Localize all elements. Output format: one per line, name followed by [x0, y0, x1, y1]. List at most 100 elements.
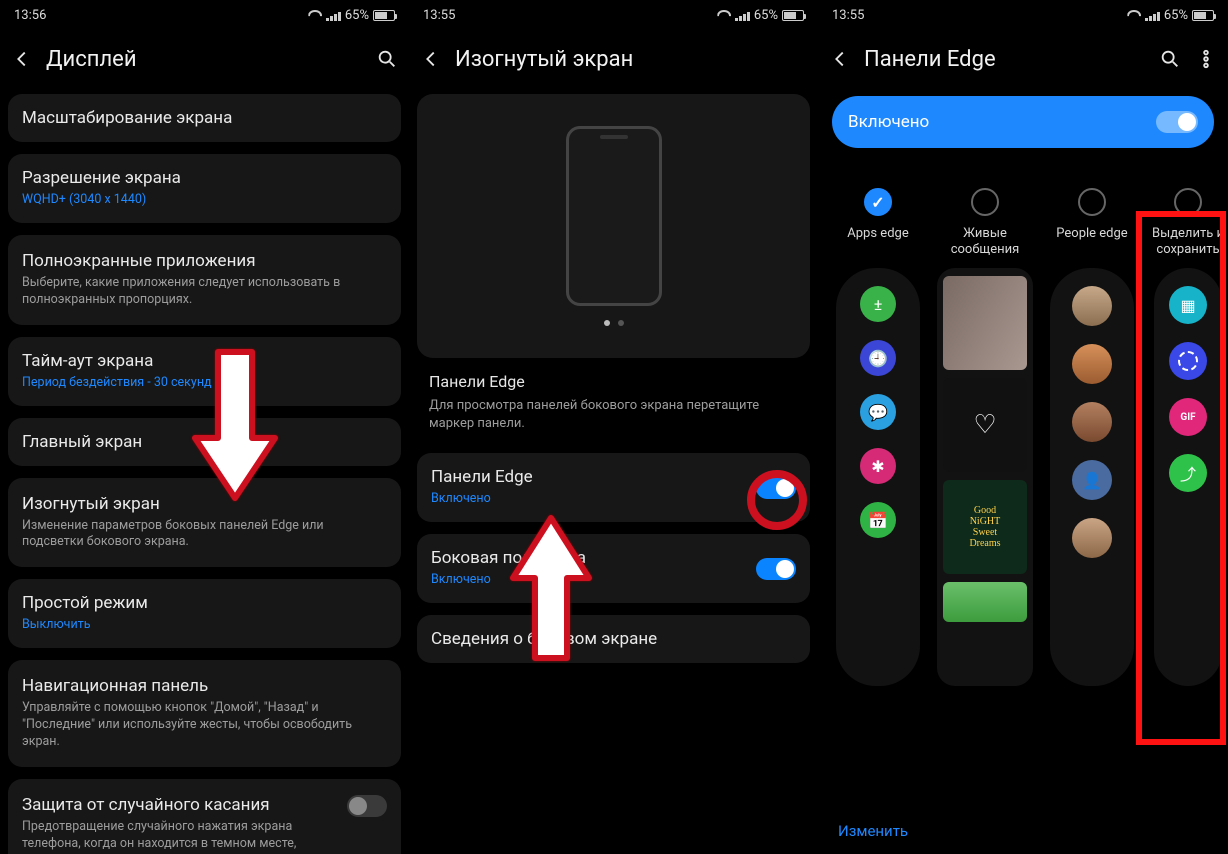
- thumb-icon: [943, 276, 1027, 370]
- info-block: Панели Edge Для просмотра панелей боково…: [409, 370, 818, 447]
- panel-label: Живые сообщения: [934, 226, 1036, 258]
- dot-active: [604, 320, 610, 326]
- checkbox-apps-edge[interactable]: [864, 188, 892, 216]
- status-icons: 65%: [308, 8, 395, 23]
- item-zoom[interactable]: Масштабирование экрана: [8, 94, 401, 142]
- item-resolution[interactable]: Разрешение экрана WQHD+ (3040 x 1440): [8, 154, 401, 223]
- more-icon[interactable]: [1194, 47, 1218, 71]
- toggle-edge-panels[interactable]: [756, 477, 796, 499]
- back-icon[interactable]: [10, 47, 34, 71]
- back-icon[interactable]: [419, 47, 443, 71]
- panel-smart-select[interactable]: Выделить и сохранить ▦ GIF ⤴: [1148, 188, 1228, 686]
- checkbox-smart-select[interactable]: [1174, 188, 1202, 216]
- header: Изогнутый экран: [409, 30, 818, 88]
- master-toggle-pill[interactable]: Включено: [832, 96, 1214, 148]
- wifi-icon: [308, 10, 322, 21]
- status-icons: 65%: [717, 8, 804, 23]
- dot: [618, 320, 624, 326]
- wifi-icon: [717, 10, 731, 21]
- checkbox-people-edge[interactable]: [1078, 188, 1106, 216]
- thumb-icon: GoodNiGHTSweetDreams: [943, 480, 1027, 574]
- status-time: 13:55: [832, 8, 864, 23]
- thumb-icon: [943, 582, 1027, 622]
- battery-pct: 65%: [345, 8, 369, 23]
- page-title: Изогнутый экран: [455, 47, 808, 72]
- status-bar: 13:55 65%: [818, 0, 1228, 30]
- calculator-icon: ±: [860, 286, 896, 322]
- page-title: Дисплей: [46, 47, 363, 72]
- panel-live-messages[interactable]: Живые сообщения ♡ GoodNiGHTSweetDreams: [934, 188, 1036, 686]
- toggle-edge-lighting[interactable]: [756, 558, 796, 580]
- status-icons: 65%: [1127, 8, 1214, 23]
- battery-icon: [373, 10, 395, 21]
- battery-pct: 65%: [1164, 8, 1188, 23]
- avatar-icon: [1072, 402, 1112, 442]
- settings-list: Масштабирование экрана Разрешение экрана…: [0, 88, 409, 854]
- toggle-master[interactable]: [1156, 111, 1198, 133]
- page-title: Панели Edge: [864, 47, 1146, 72]
- clock-icon: 🕘: [860, 340, 896, 376]
- panel-preview: ♡ GoodNiGHTSweetDreams: [937, 268, 1033, 686]
- avatar-icon: [1072, 518, 1112, 558]
- wifi-icon: [1127, 10, 1141, 21]
- panel-label: Выделить и сохранить: [1148, 226, 1228, 258]
- contact-placeholder-icon: 👤: [1072, 460, 1112, 500]
- item-easy-mode[interactable]: Простой режим Выключить: [8, 579, 401, 648]
- calendar-icon: 📅: [860, 502, 896, 538]
- item-accidental-touch[interactable]: Защита от случайного касания Предотвраще…: [8, 779, 401, 854]
- item-edge-lighting[interactable]: Боковая подсветка Включено: [417, 534, 810, 603]
- avatar-icon: [1072, 344, 1112, 384]
- thumb-icon: ♡: [943, 378, 1027, 472]
- battery-icon: [1192, 10, 1214, 21]
- signal-icon: [735, 10, 750, 21]
- panel-preview: ± 🕘 💬 ✱ 📅: [836, 268, 920, 686]
- status-bar: 13:56 65%: [0, 0, 409, 30]
- item-timeout[interactable]: Тайм-аут экрана Период бездействия - 30 …: [8, 337, 401, 406]
- item-fullscreen-apps[interactable]: Полноэкранные приложения Выберите, какие…: [8, 235, 401, 325]
- back-icon[interactable]: [828, 47, 852, 71]
- panel-label: Apps edge: [847, 226, 908, 258]
- phone-illustration-icon: [566, 126, 662, 306]
- search-icon[interactable]: [1158, 47, 1182, 71]
- oval-select-icon: [1169, 342, 1207, 380]
- status-time: 13:56: [14, 8, 46, 23]
- checkbox-live-messages[interactable]: [971, 188, 999, 216]
- edge-options-list: Панели Edge Включено Боковая подсветка В…: [409, 447, 818, 675]
- status-bar: 13:55 65%: [409, 0, 818, 30]
- signal-icon: [326, 10, 341, 21]
- info-text: Для просмотра панелей бокового экрана пе…: [429, 397, 798, 433]
- toggle-accidental-touch[interactable]: [347, 795, 387, 817]
- item-edge-panels[interactable]: Панели Edge Включено: [417, 453, 810, 522]
- info-title: Панели Edge: [429, 372, 798, 391]
- header: Дисплей: [0, 30, 409, 88]
- pill-label: Включено: [848, 112, 929, 132]
- pin-icon: ⤴: [1169, 454, 1207, 492]
- battery-icon: [782, 10, 804, 21]
- gallery-icon: ✱: [860, 448, 896, 484]
- messages-icon: 💬: [860, 394, 896, 430]
- status-time: 13:55: [423, 8, 455, 23]
- panel-people-edge[interactable]: People edge 👤: [1042, 188, 1142, 686]
- edit-link[interactable]: Изменить: [838, 822, 908, 840]
- avatar-icon: [1072, 286, 1112, 326]
- panel-preview: 👤: [1050, 268, 1134, 686]
- screen-display-settings: 13:56 65% Дисплей Масштабирование экрана…: [0, 0, 409, 854]
- item-edge-screen[interactable]: Изогнутый экран Изменение параметров бок…: [8, 478, 401, 568]
- item-nav-bar[interactable]: Навигационная панель Управляйте с помощь…: [8, 660, 401, 767]
- panels-row[interactable]: Apps edge ± 🕘 💬 ✱ 📅 Живые сообщения ♡ Go…: [818, 156, 1228, 686]
- screen-edge-screen: 13:55 65% Изогнутый экран Панели Edge Дл…: [409, 0, 818, 854]
- signal-icon: [1145, 10, 1160, 21]
- panel-preview: ▦ GIF ⤴: [1154, 268, 1222, 686]
- page-indicator: [604, 320, 624, 326]
- header: Панели Edge: [818, 30, 1228, 88]
- screen-edge-panels: 13:55 65% Панели Edge Включено Apps edge…: [818, 0, 1228, 854]
- item-home-screen[interactable]: Главный экран: [8, 418, 401, 466]
- gif-icon: GIF: [1169, 398, 1207, 436]
- rect-select-icon: ▦: [1169, 286, 1207, 324]
- search-icon[interactable]: [375, 47, 399, 71]
- item-about-edge[interactable]: Сведения о боковом экране: [417, 615, 810, 663]
- panel-label: People edge: [1056, 226, 1127, 258]
- preview-card: [417, 94, 810, 358]
- battery-pct: 65%: [754, 8, 778, 23]
- panel-apps-edge[interactable]: Apps edge ± 🕘 💬 ✱ 📅: [828, 188, 928, 686]
